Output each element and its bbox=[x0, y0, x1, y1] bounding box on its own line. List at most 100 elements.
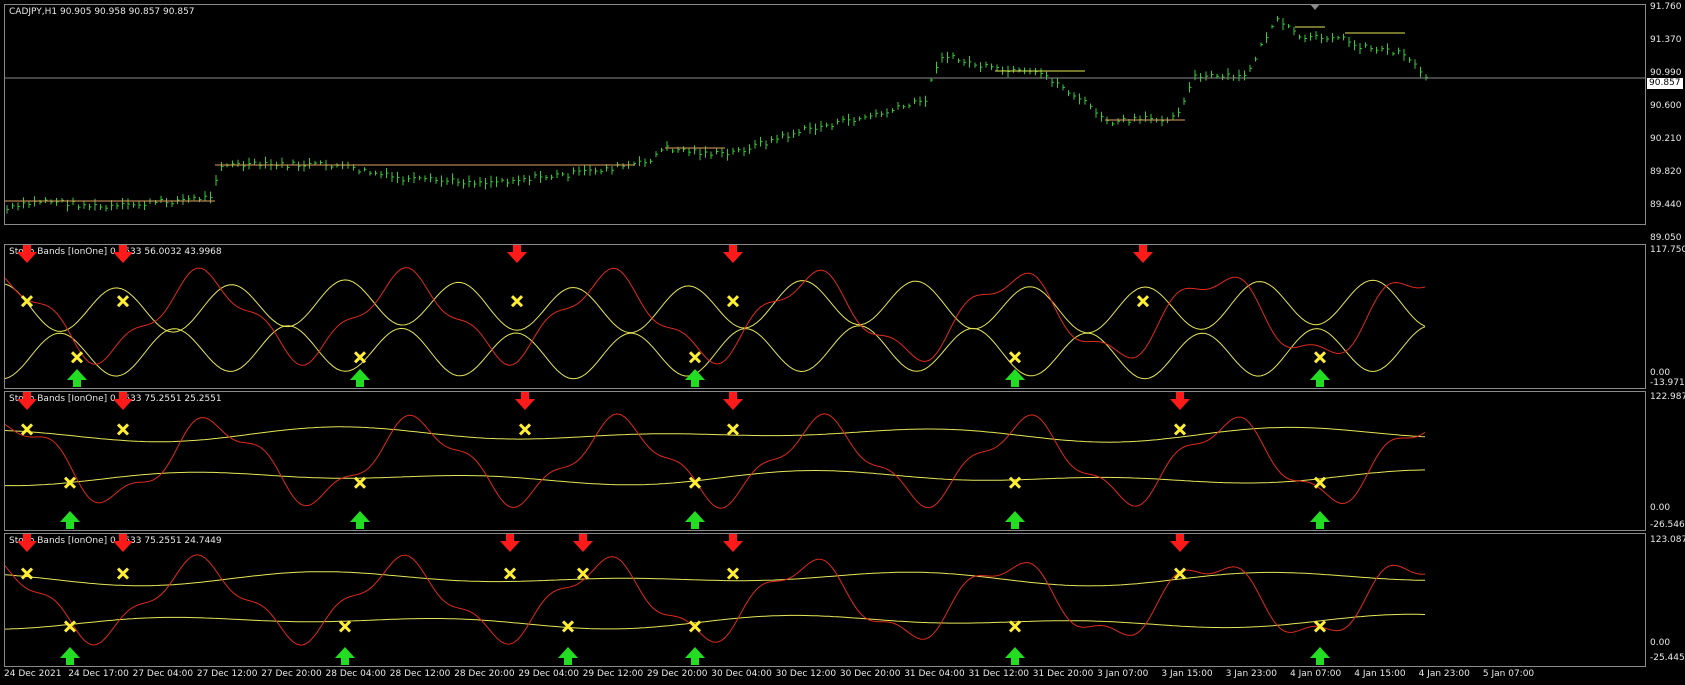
sell-arrow-icon bbox=[1133, 245, 1153, 263]
indicator-scale-zero: 0.00 bbox=[1650, 503, 1671, 513]
buy-arrow-icon bbox=[60, 647, 80, 665]
time-label: 24 Dec 2021 bbox=[4, 669, 62, 679]
buy-arrow-icon bbox=[1310, 511, 1330, 529]
time-label: 4 Jan 15:00 bbox=[1354, 669, 1406, 679]
sell-arrow-icon bbox=[113, 245, 133, 263]
stoch-line bbox=[5, 554, 1426, 646]
sell-arrow-icon bbox=[723, 534, 743, 552]
time-label: 5 Jan 07:00 bbox=[1482, 669, 1535, 679]
time-label: 29 Dec 12:00 bbox=[582, 669, 644, 679]
cross-signal-icon bbox=[518, 423, 532, 436]
indicator-scale-top: 117.7505 bbox=[1650, 245, 1685, 255]
sell-arrow-icon bbox=[515, 392, 535, 410]
cross-signal-icon bbox=[576, 567, 590, 580]
price-tick-label: 90.600 bbox=[1650, 101, 1682, 111]
sell-arrow-icon bbox=[1170, 392, 1190, 410]
sell-arrow-icon bbox=[723, 245, 743, 263]
time-label: 4 Jan 23:00 bbox=[1418, 669, 1470, 679]
cross-signal-icon bbox=[20, 423, 34, 436]
sell-arrow-icon bbox=[1170, 534, 1190, 552]
price-tick-label: 90.210 bbox=[1650, 134, 1682, 144]
stoch-bands-pane-3[interactable]: Stoch Bands [IonOne] 0.3633 75.2551 24.7… bbox=[4, 533, 1646, 667]
cross-signal-icon bbox=[726, 295, 740, 308]
stoch-bands-pane-1[interactable]: Stoch Bands [IonOne] 0.3633 56.0032 43.9… bbox=[4, 244, 1646, 389]
cross-signal-icon bbox=[1173, 423, 1187, 436]
time-label: 31 Dec 20:00 bbox=[1032, 669, 1094, 679]
buy-arrow-icon bbox=[67, 369, 87, 387]
buy-arrow-icon bbox=[685, 511, 705, 529]
time-label: 30 Dec 20:00 bbox=[839, 669, 901, 679]
price-tick-label: 89.820 bbox=[1650, 167, 1682, 177]
sell-arrow-icon bbox=[113, 534, 133, 552]
time-label: 28 Dec 20:00 bbox=[454, 669, 515, 679]
sell-arrow-icon bbox=[17, 245, 37, 263]
indicator-scale-bottom: -25.4455 bbox=[1650, 653, 1685, 663]
cross-signal-icon bbox=[1136, 295, 1150, 308]
buy-arrow-icon bbox=[1310, 369, 1330, 387]
indicator-lines bbox=[5, 392, 1426, 529]
indicator-scale-zero: 0.00 bbox=[1650, 368, 1671, 378]
time-label: 28 Dec 04:00 bbox=[325, 669, 387, 679]
buy-arrow-icon bbox=[350, 511, 370, 529]
lower-band-line bbox=[5, 325, 1426, 380]
sell-arrow-icon bbox=[507, 245, 527, 263]
cross-signal-icon bbox=[1008, 476, 1022, 489]
time-label: 3 Jan 23:00 bbox=[1225, 669, 1277, 679]
upper-band-line bbox=[5, 426, 1426, 443]
buy-arrow-icon bbox=[1310, 647, 1330, 665]
current-price-box: 90.857 bbox=[1647, 78, 1683, 89]
cross-signal-icon bbox=[353, 351, 367, 364]
cross-signal-icon bbox=[503, 567, 517, 580]
time-label: 30 Dec 12:00 bbox=[775, 669, 837, 679]
buy-arrow-icon bbox=[335, 647, 355, 665]
cross-signal-icon bbox=[70, 351, 84, 364]
time-label: 3 Jan 07:00 bbox=[1097, 669, 1149, 679]
lower-band-line bbox=[5, 469, 1426, 487]
sell-arrow-icon bbox=[17, 534, 37, 552]
time-label: 3 Jan 15:00 bbox=[1161, 669, 1213, 679]
buy-arrow-icon bbox=[1005, 511, 1025, 529]
indicator-scale-top: 123.0871 bbox=[1650, 535, 1685, 545]
cross-signal-icon bbox=[116, 295, 130, 308]
time-label: 31 Dec 12:00 bbox=[968, 669, 1030, 679]
price-tick-label: 89.050 bbox=[1650, 233, 1682, 243]
cross-signal-icon bbox=[726, 567, 740, 580]
time-label: 4 Jan 07:00 bbox=[1290, 669, 1342, 679]
price-bars bbox=[5, 16, 1645, 214]
cross-signal-icon bbox=[116, 423, 130, 436]
price-chart-pane[interactable]: CADJPY,H1 90.905 90.958 90.857 90.857 bbox=[4, 4, 1646, 225]
time-label: 27 Dec 20:00 bbox=[261, 669, 322, 679]
sell-arrow-icon bbox=[723, 392, 743, 410]
time-label: 30 Dec 04:00 bbox=[711, 669, 772, 679]
buy-arrow-icon bbox=[350, 369, 370, 387]
buy-arrow-icon bbox=[60, 511, 80, 529]
indicator-scale-bottom: -26.5468 bbox=[1650, 520, 1685, 530]
price-tick-label: 90.990 bbox=[1650, 68, 1682, 78]
time-label: 28 Dec 12:00 bbox=[389, 669, 451, 679]
indicator-lines bbox=[5, 534, 1426, 665]
lower-band-line bbox=[5, 613, 1426, 630]
price-tick-label: 91.370 bbox=[1650, 35, 1682, 45]
cross-signal-icon bbox=[510, 295, 524, 308]
sell-arrow-icon bbox=[17, 392, 37, 410]
stoch-bands-pane-2[interactable]: Stoch Bands [IonOne] 0.3633 75.2551 25.2… bbox=[4, 391, 1646, 531]
cross-signal-icon bbox=[688, 351, 702, 364]
stoch-line bbox=[5, 413, 1426, 509]
sell-arrow-icon bbox=[573, 534, 593, 552]
cross-signal-icon bbox=[1313, 351, 1327, 364]
indicator-lines bbox=[5, 245, 1426, 387]
buy-arrow-icon bbox=[685, 647, 705, 665]
buy-arrow-icon bbox=[685, 369, 705, 387]
sell-arrow-icon bbox=[500, 534, 520, 552]
buy-arrow-icon bbox=[1005, 647, 1025, 665]
indicator-scale-zero: 0.00 bbox=[1650, 638, 1671, 648]
cross-signal-icon bbox=[688, 476, 702, 489]
time-label: 31 Dec 04:00 bbox=[904, 669, 965, 679]
window-arrow-icon[interactable] bbox=[1310, 4, 1320, 10]
buy-arrow-icon bbox=[1005, 369, 1025, 387]
cross-signal-icon bbox=[1008, 620, 1022, 633]
time-label: 27 Dec 04:00 bbox=[132, 669, 194, 679]
time-label: 29 Dec 20:00 bbox=[647, 669, 708, 679]
stoch-line bbox=[5, 267, 1426, 366]
cross-signal-icon bbox=[338, 620, 352, 633]
